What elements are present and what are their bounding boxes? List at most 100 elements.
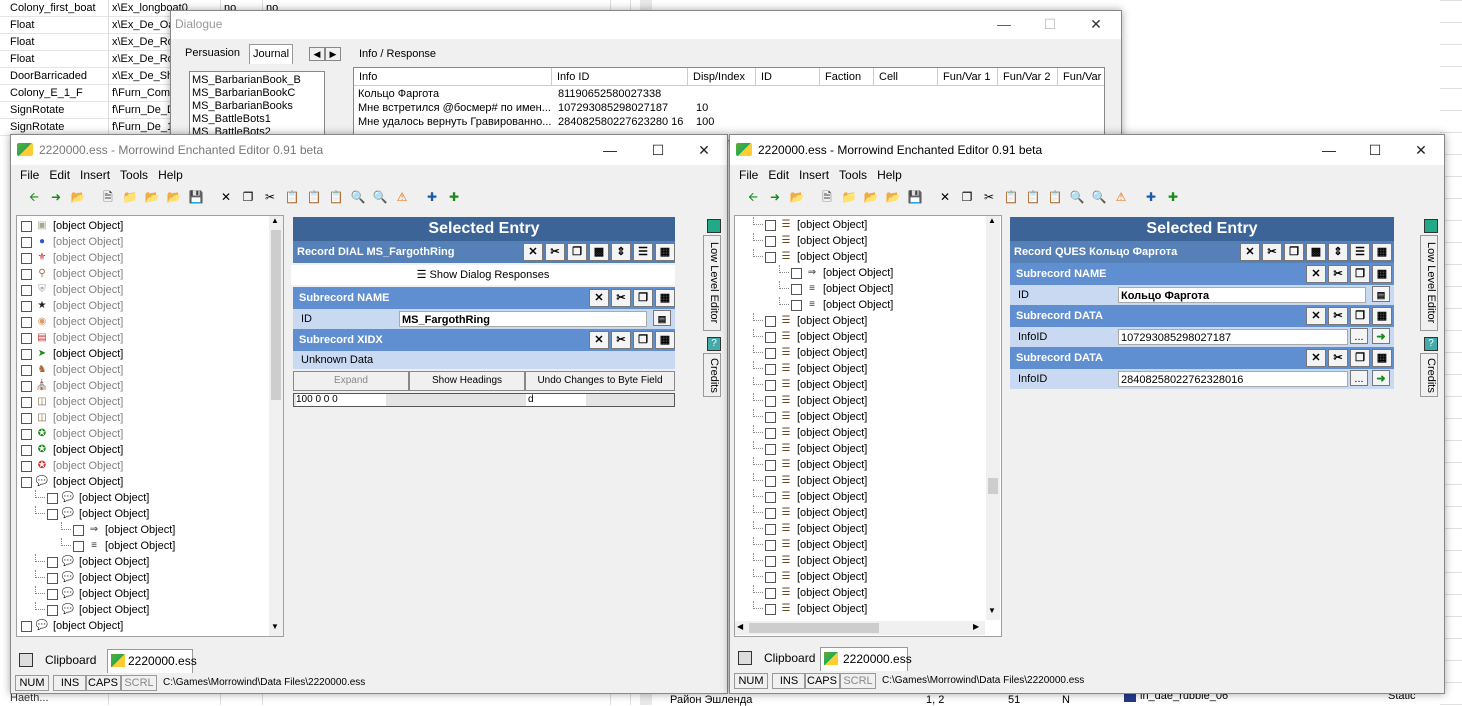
menu-help[interactable]: Help	[158, 165, 183, 185]
tree-item[interactable]: ▣ [object Object]	[21, 218, 123, 234]
record-tree[interactable]: ☰ [object Object] ☰ [object Object] ☰ [object…	[734, 215, 1002, 637]
info-cell[interactable]: Кольцо Фаргота	[358, 88, 439, 100]
tree-item[interactable]: 💬 [object Object]	[35, 506, 149, 522]
move-icon[interactable]: ⇕	[611, 243, 631, 261]
maximize-icon[interactable]: ☐	[1352, 135, 1398, 165]
checkbox[interactable]	[765, 475, 776, 487]
tree-item[interactable]: 💬 [object Object]	[35, 570, 149, 586]
grid-icon[interactable]: ▦	[1372, 307, 1392, 325]
clipboard-tab[interactable]: Clipboard	[764, 647, 815, 669]
tree-item[interactable]: ⚲ [object Object]	[21, 266, 123, 282]
checkbox[interactable]	[765, 363, 776, 375]
checkbox[interactable]	[765, 603, 776, 615]
checkbox[interactable]	[21, 620, 32, 632]
browse-button-1[interactable]: ...	[1350, 328, 1368, 344]
tree-item[interactable]: ☰ [object Object]	[753, 345, 867, 361]
tab-prev-icon[interactable]: ◀	[309, 47, 325, 61]
copy-icon[interactable]: ❐	[1350, 349, 1370, 367]
open-folder-icon[interactable]: 📂	[884, 188, 902, 206]
grid-icon[interactable]	[1424, 219, 1438, 233]
menu-file[interactable]: File	[20, 165, 39, 185]
help-icon[interactable]: ?	[707, 337, 721, 351]
checkbox[interactable]	[21, 428, 32, 440]
cut-icon[interactable]: ✕	[936, 188, 954, 206]
add-subrecord-icon[interactable]: ✚	[445, 188, 463, 206]
open-folder-icon[interactable]: 📂	[165, 188, 183, 206]
tree-item[interactable]: 💬 [object Object]	[35, 602, 149, 618]
tree-item[interactable]: ☰ [object Object]	[753, 489, 867, 505]
low-level-editor-tab[interactable]: Low Level Editor	[1420, 235, 1438, 331]
checkbox[interactable]	[73, 540, 84, 552]
tree-item[interactable]: ◫ [object Object]	[21, 410, 123, 426]
checkbox[interactable]	[21, 332, 32, 344]
hscroll-thumb[interactable]	[749, 623, 879, 633]
checkbox[interactable]	[791, 283, 802, 295]
grid-icon[interactable]: ▦	[1372, 243, 1392, 261]
checkbox[interactable]	[765, 219, 776, 231]
column-header[interactable]: Fun/Var 1	[938, 68, 998, 86]
tree-item[interactable]: ☰ [object Object]	[753, 585, 867, 601]
grid-icon[interactable]: ▦	[1372, 349, 1392, 367]
list-icon-button[interactable]: ▤	[653, 310, 671, 326]
checkbox[interactable]	[21, 316, 32, 328]
undo-button[interactable]: Undo Changes to Byte Field	[525, 371, 675, 391]
copy-icon[interactable]: ❐	[567, 243, 587, 261]
show-headings-button[interactable]: Show Headings	[409, 371, 525, 391]
tree-item[interactable]: 💬 [object Object]	[21, 618, 123, 634]
checkbox[interactable]	[765, 507, 776, 519]
tree-item[interactable]: ☰ [object Object]	[753, 473, 867, 489]
cut-icon[interactable]: ✂	[1328, 307, 1348, 325]
delete-icon[interactable]: ✕	[589, 289, 609, 307]
checkbox[interactable]	[47, 492, 58, 504]
minimize-icon[interactable]: —	[587, 135, 633, 165]
column-header[interactable]: Info ID	[552, 68, 688, 86]
checkbox[interactable]	[765, 331, 776, 343]
column-header[interactable]: Info	[354, 68, 552, 86]
delete-icon[interactable]: ✕	[589, 331, 609, 349]
tree-item[interactable]: 💬 [object Object]	[35, 554, 149, 570]
scroll-thumb[interactable]	[271, 230, 281, 400]
checkbox[interactable]	[21, 380, 32, 392]
id-input[interactable]: Кольцо Фаргота	[1118, 287, 1366, 303]
cut-icon[interactable]: ✕	[217, 188, 235, 206]
checkbox[interactable]	[47, 508, 58, 520]
checkbox[interactable]	[765, 379, 776, 391]
tree-scrollbar[interactable]: ▲ ▼	[986, 216, 1000, 620]
tree-item[interactable]: ⇒ [object Object]	[779, 265, 893, 281]
menu-tools[interactable]: Tools	[839, 165, 867, 185]
checkbox[interactable]	[21, 460, 32, 472]
byte-field[interactable]: 100 0 0 0 d	[293, 393, 675, 407]
infoid-input-2[interactable]: 28408258022762328016	[1118, 371, 1348, 387]
checkbox[interactable]	[765, 491, 776, 503]
tab-journal[interactable]: Journal	[249, 44, 293, 64]
tree-item[interactable]: ☰ [object Object]	[753, 425, 867, 441]
show-what[interactable]: Dialog Responses	[460, 269, 549, 281]
dialogue-topic-list[interactable]: MS_BarbarianBook_B MS_BarbarianBookC MS_Ba…	[189, 71, 325, 141]
tree-item[interactable]: ⇒ [object Object]	[61, 522, 175, 538]
disp-cell[interactable]: 10	[696, 102, 708, 114]
checkbox[interactable]	[47, 604, 58, 616]
browse-button-2[interactable]: ...	[1350, 370, 1368, 386]
tree-item[interactable]: ☰ [object Object]	[753, 329, 867, 345]
tree-item[interactable]: ⛪ [object Object]	[21, 378, 123, 394]
tree-item[interactable]: ✪ [object Object]	[21, 442, 123, 458]
checkbox[interactable]	[21, 236, 32, 248]
tree-item[interactable]: ◉ [object Object]	[21, 314, 123, 330]
checkbox[interactable]	[765, 459, 776, 471]
delete-icon[interactable]: ✕	[1240, 243, 1260, 261]
grid-icon[interactable]: ▦	[655, 331, 675, 349]
save-icon[interactable]: 💾	[906, 188, 924, 206]
checkbox[interactable]	[21, 396, 32, 408]
close-icon[interactable]: ✕	[681, 135, 727, 165]
maximize-icon[interactable]: ☐	[635, 135, 681, 165]
forward-arrow-icon[interactable]: ➜	[47, 188, 65, 206]
checkbox[interactable]	[765, 539, 776, 551]
grid-icon[interactable]: ▦	[655, 243, 675, 261]
copy-icon[interactable]: ❐	[1284, 243, 1304, 261]
column-header[interactable]: Disp/Index	[688, 68, 756, 86]
tree-item[interactable]: ≡ [object Object]	[61, 538, 175, 554]
add-subrecord-icon[interactable]: ✚	[1164, 188, 1182, 206]
checkbox[interactable]	[21, 364, 32, 376]
minimize-icon[interactable]: —	[981, 11, 1027, 39]
tree-item[interactable]: ☰ [object Object]	[753, 553, 867, 569]
